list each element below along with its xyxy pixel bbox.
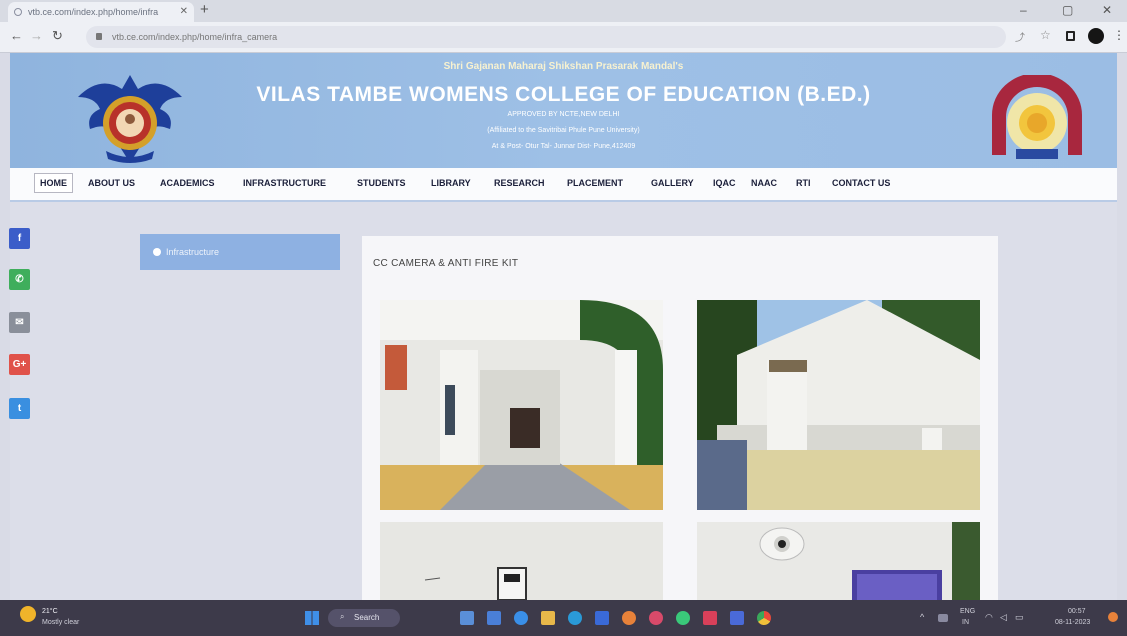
url-text: vtb.ce.com/index.php/home/infra_camera <box>112 32 278 42</box>
nav-students[interactable]: STUDENTS <box>357 178 406 188</box>
tab-title: vtb.ce.com/index.php/home/infra <box>28 7 159 17</box>
sidepanel-icon[interactable] <box>1066 31 1075 41</box>
email-icon[interactable]: ✉ <box>9 312 30 333</box>
building-photo[interactable] <box>697 300 980 510</box>
maximize-icon[interactable]: ▢ <box>1062 3 1073 17</box>
whatsapp-icon[interactable]: ✆ <box>9 269 30 290</box>
facebook-icon[interactable]: f <box>9 228 30 249</box>
wifi-icon[interactable]: ◠ <box>985 612 993 623</box>
google-plus-icon[interactable]: G+ <box>9 354 30 375</box>
nav-home[interactable]: HOME <box>34 173 73 193</box>
minimize-icon[interactable]: – <box>1020 3 1027 17</box>
cloud-icon[interactable] <box>938 614 948 622</box>
cc-camera-image <box>697 522 980 600</box>
twitter-icon[interactable]: t <box>9 398 30 419</box>
nav-library[interactable]: LIBRARY <box>431 178 471 188</box>
fire-kit-photo[interactable] <box>380 522 663 600</box>
file-explorer-icon[interactable] <box>541 611 555 625</box>
share-page-icon[interactable]: ⤴ <box>1015 29 1025 44</box>
language-top[interactable]: ENG <box>960 608 975 615</box>
weather-desc: Mostly clear <box>42 619 80 626</box>
windows-taskbar: 21°C Mostly clear ⌕ Search ^ ENG IN ◠ ◁ … <box>0 600 1127 636</box>
affiliation-text: (Affiliated to the Savitribai Phule Pune… <box>487 127 640 134</box>
address-text: At & Post- Otur Tal- Junnar Dist- Pune,4… <box>491 143 636 150</box>
nav-academics[interactable]: ACADEMICS <box>160 178 215 188</box>
approval-text: APPROVED BY NCTE,NEW DELHI <box>507 111 620 118</box>
address-bar[interactable]: vtb.ce.com/index.php/home/infra_camera <box>86 26 1006 48</box>
app-icon-green[interactable] <box>676 611 690 625</box>
nav-research[interactable]: RESEARCH <box>494 178 545 188</box>
cc-camera-photo[interactable] <box>697 522 980 600</box>
search-icon: ⌕ <box>340 612 345 621</box>
word-icon[interactable] <box>730 611 744 625</box>
nav-placement[interactable]: PLACEMENT <box>567 178 623 188</box>
browser-toolbar: ← → ↻ vtb.ce.com/index.php/home/infra_ca… <box>0 22 1127 53</box>
college-name: VILAS TAMBE WOMENS COLLEGE OF EDUCATION … <box>256 83 871 106</box>
tab-strip: vtb.ce.com/index.php/home/infra ✕ + – ▢ … <box>0 0 1127 22</box>
corridor-photo[interactable] <box>380 300 663 510</box>
notification-icon[interactable] <box>1108 612 1118 622</box>
bullet-icon <box>153 248 161 256</box>
weather-icon[interactable] <box>20 606 36 622</box>
tray-overflow-icon[interactable]: ^ <box>920 612 924 622</box>
app-icon-red[interactable] <box>703 611 717 625</box>
teams-icon[interactable] <box>514 611 528 625</box>
task-view-icon[interactable] <box>460 611 474 625</box>
bookmark-star-icon[interactable]: ☆ <box>1040 28 1051 42</box>
back-icon[interactable]: ← <box>10 28 23 43</box>
lock-icon <box>96 33 102 40</box>
globe-icon <box>14 8 22 16</box>
browser-tab[interactable]: vtb.ce.com/index.php/home/infra ✕ <box>8 2 194 22</box>
app-icon-pink[interactable] <box>649 611 663 625</box>
nav-contact-us[interactable]: CONTACT US <box>832 178 890 188</box>
close-tab-icon[interactable]: ✕ <box>180 2 188 22</box>
nav-infrastructure[interactable]: INFRASTRUCTURE <box>243 178 326 188</box>
college-seal-logo <box>992 75 1082 159</box>
language-bottom[interactable]: IN <box>962 619 969 626</box>
building-image <box>697 300 980 510</box>
volume-icon[interactable]: ◁ <box>1000 612 1007 623</box>
nav-iqac[interactable]: IQAC <box>713 178 736 188</box>
corridor-image <box>380 300 663 510</box>
store-icon[interactable] <box>595 611 609 625</box>
widgets-icon[interactable] <box>487 611 501 625</box>
fire-kit-image <box>380 522 663 600</box>
weather-temp: 21°C <box>42 608 58 615</box>
society-name: Shri Gajanan Maharaj Shikshan Prasarak M… <box>443 61 684 72</box>
nav-naac[interactable]: NAAC <box>751 178 777 188</box>
edge-browser-icon[interactable] <box>568 611 582 625</box>
new-tab-button[interactable]: + <box>200 1 209 18</box>
browser-menu-icon[interactable]: ⋮ <box>1113 28 1125 42</box>
close-window-icon[interactable]: ✕ <box>1102 3 1112 17</box>
page-title: CC CAMERA & ANTI FIRE KIT <box>373 258 519 269</box>
college-banner: Shri Gajanan Maharaj Shikshan Prasarak M… <box>10 53 1117 168</box>
reload-icon[interactable]: ↻ <box>52 28 63 44</box>
profile-avatar[interactable] <box>1088 28 1104 44</box>
battery-icon[interactable]: ▭ <box>1015 612 1024 623</box>
firefox-icon[interactable] <box>622 611 636 625</box>
clock-date[interactable]: 08-11-2023 <box>1055 619 1090 626</box>
clock-time[interactable]: 00:57 <box>1068 608 1086 615</box>
sidebar-item-label: Infrastructure <box>166 247 220 257</box>
sidebar-item-infrastructure[interactable]: Infrastructure <box>140 234 340 270</box>
main-navigation: HOME ABOUT US ACADEMICS INFRASTRUCTURE S… <box>10 168 1117 202</box>
start-button-icon[interactable] <box>305 611 319 625</box>
nav-rti[interactable]: RTI <box>796 178 811 188</box>
chrome-icon[interactable] <box>757 611 771 625</box>
forward-icon[interactable]: → <box>30 28 43 43</box>
nav-gallery[interactable]: GALLERY <box>651 178 694 188</box>
nav-about-us[interactable]: ABOUT US <box>88 178 135 188</box>
search-label: Search <box>354 613 380 622</box>
